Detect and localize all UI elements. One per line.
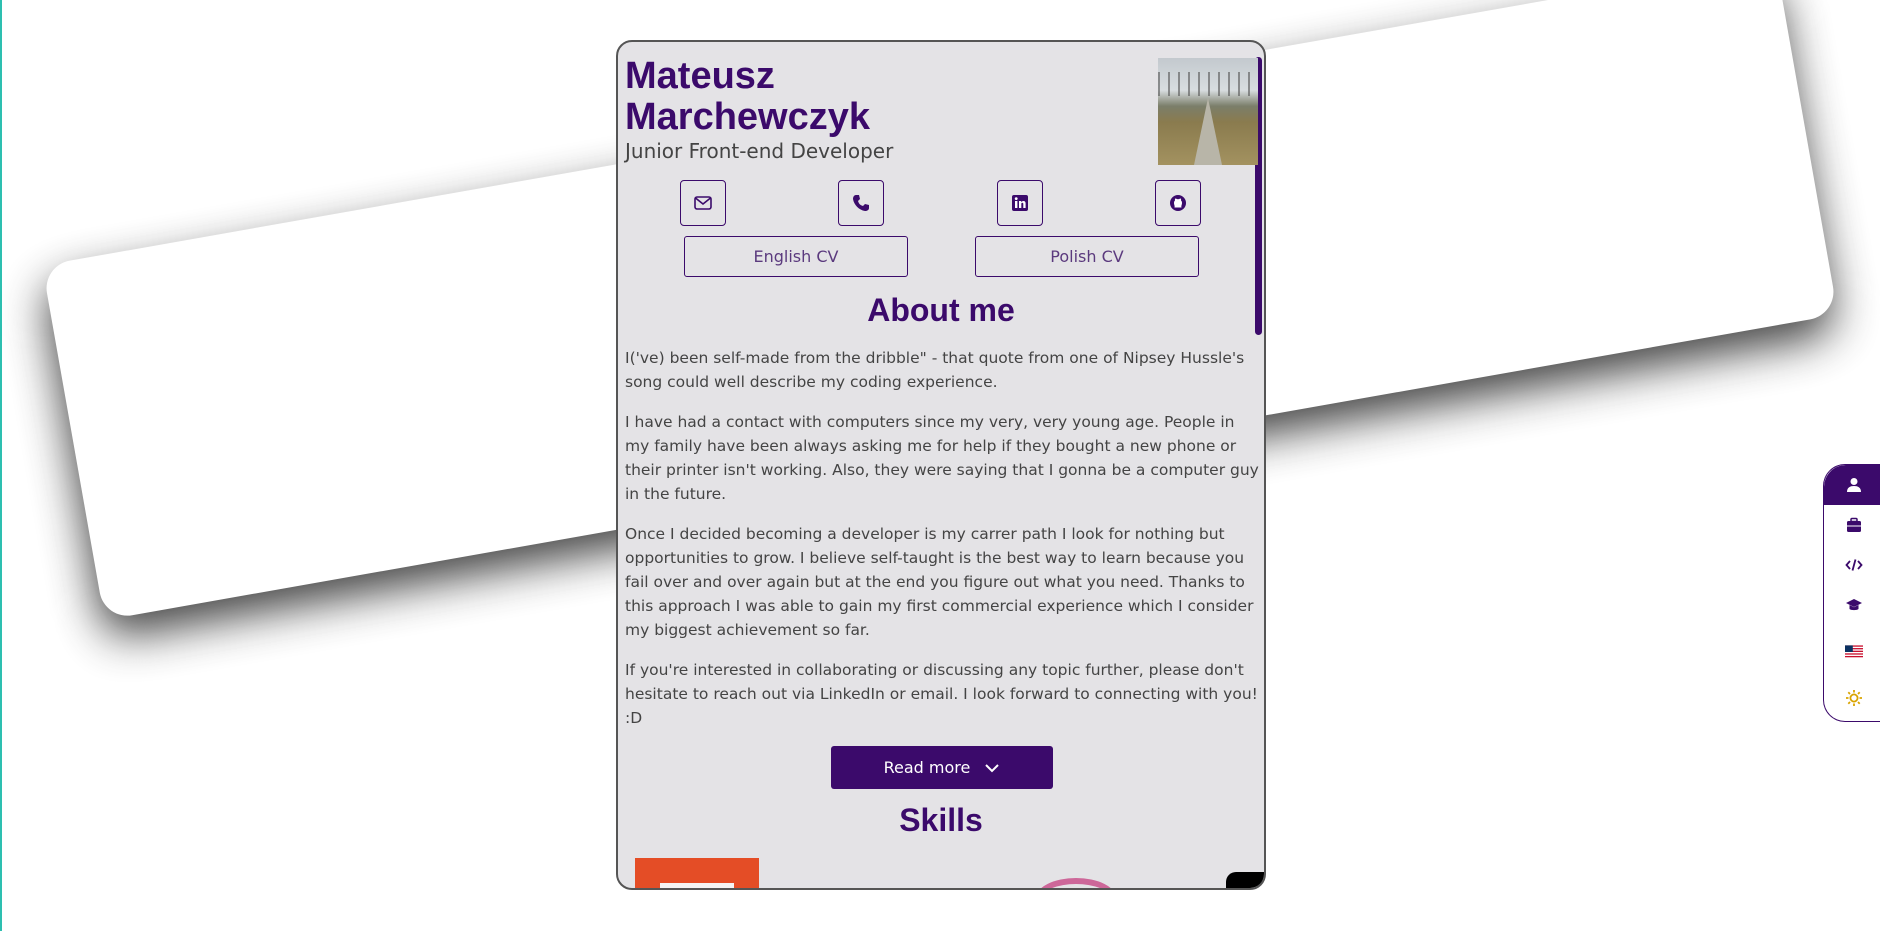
- envelope-icon: [694, 196, 712, 210]
- html5-logo: [635, 858, 759, 888]
- code-icon: [1845, 559, 1863, 571]
- briefcase-icon: [1847, 517, 1861, 532]
- dock-item-theme[interactable]: [1824, 678, 1880, 718]
- sun-icon: [1846, 690, 1862, 706]
- email-button[interactable]: [680, 180, 726, 226]
- black-logo: [1226, 872, 1264, 888]
- user-icon: [1847, 478, 1861, 492]
- profile-photo: [1158, 58, 1258, 165]
- read-more-button[interactable]: Read more: [831, 746, 1053, 789]
- github-icon: [1170, 195, 1186, 211]
- phone-button[interactable]: [838, 180, 884, 226]
- dock-item-skills[interactable]: [1824, 545, 1880, 585]
- linkedin-icon: [1012, 195, 1028, 211]
- sass-logo: [1036, 878, 1116, 888]
- us-flag-icon: [1845, 645, 1863, 659]
- dock-item-experience[interactable]: [1824, 505, 1880, 545]
- polish-cv-button[interactable]: Polish CV: [975, 236, 1199, 277]
- profile-first-name: Mateusz: [625, 55, 775, 97]
- about-paragraph-3: Once I decided becoming a developer is m…: [625, 525, 1254, 639]
- skills-title: Skills: [899, 802, 983, 838]
- profile-role: Junior Front-end Developer: [625, 139, 894, 163]
- cv-panel: Mateusz Marchewczyk Junior Front-end Dev…: [616, 40, 1266, 890]
- profile-name: Mateusz Marchewczyk: [625, 56, 965, 138]
- about-title: About me: [867, 292, 1015, 328]
- profile-last-name: Marchewczyk: [625, 96, 871, 138]
- linkedin-button[interactable]: [997, 180, 1043, 226]
- section-dock: [1823, 464, 1880, 722]
- left-edge-line: [0, 0, 2, 931]
- read-more-label: Read more: [883, 758, 971, 777]
- chevron-down-icon: [985, 763, 1000, 772]
- dock-item-education[interactable]: [1824, 585, 1880, 625]
- github-button[interactable]: [1155, 180, 1201, 226]
- phone-icon: [853, 195, 869, 211]
- about-paragraph-1: I('ve) been self-made from the dribble" …: [625, 349, 1245, 391]
- dock-item-language[interactable]: [1824, 632, 1880, 672]
- dock-item-about[interactable]: [1824, 465, 1880, 505]
- english-cv-button[interactable]: English CV: [684, 236, 908, 277]
- graduation-cap-icon: [1846, 599, 1862, 611]
- about-paragraph-4: If you're interested in collaborating or…: [625, 661, 1258, 727]
- about-paragraph-2: I have had a contact with computers sinc…: [625, 413, 1259, 503]
